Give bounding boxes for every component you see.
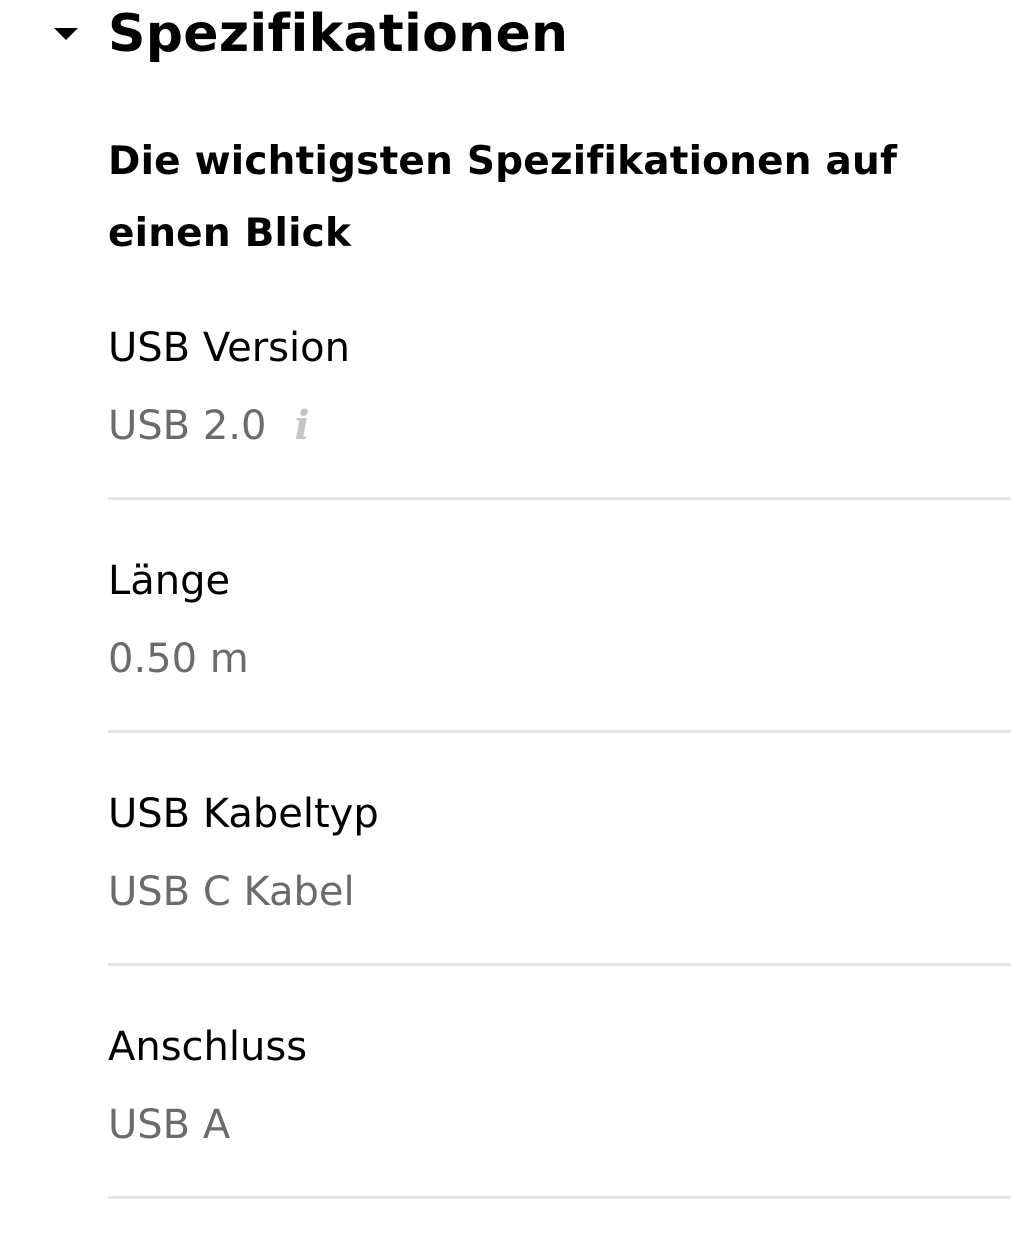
spec-label: Anschluss [108, 1024, 308, 1070]
spec-value: USB A [108, 1102, 231, 1148]
section-subtitle: Die wichtigsten Spezifikationen auf eine… [108, 139, 898, 256]
spec-row-usb-version: USB Version USB 2.0 i [108, 312, 1011, 545]
info-icon[interactable]: i [294, 398, 309, 454]
spec-value: USB C Kabel [108, 869, 355, 915]
spec-row-length: Länge 0.50 m [108, 545, 1011, 778]
spec-value: 0.50 m [108, 636, 249, 682]
spec-label: USB Version [108, 325, 350, 371]
spec-row-connector: Anschluss USB A [108, 1011, 1011, 1244]
spec-value-container: USB 2.0 i [108, 398, 310, 454]
divider [108, 730, 1011, 733]
spec-row-cable-type: USB Kabeltyp USB C Kabel [108, 778, 1011, 1011]
spec-list: USB Version USB 2.0 i Länge 0.50 m USB Ka… [108, 312, 1011, 1244]
divider [108, 1196, 1011, 1199]
caret-down-icon [54, 28, 78, 40]
spec-label: Länge [108, 558, 231, 604]
spec-value: USB 2.0 [108, 403, 267, 449]
divider [108, 963, 1011, 966]
divider [108, 497, 1011, 500]
specifications-section-toggle[interactable]: Spezifikationen [0, 0, 1011, 72]
section-title: Spezifikationen [108, 4, 569, 64]
spec-label: USB Kabeltyp [108, 791, 379, 837]
